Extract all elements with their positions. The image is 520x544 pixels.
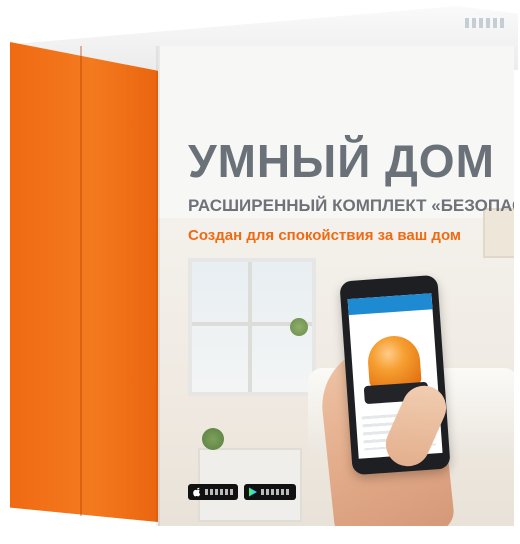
product-box-scene: УМНЫЙ ДОМ РАСШИРЕННЫЙ КОМПЛЕКТ «БЕЗОПАСН… (0, 0, 520, 544)
app-header-bar (347, 293, 433, 316)
plant-icon (290, 318, 308, 336)
product-title: УМНЫЙ ДОМ (188, 135, 495, 187)
box-edge (156, 46, 160, 526)
box-top-label (465, 18, 505, 28)
siren-icon (366, 334, 422, 388)
google-play-icon (249, 487, 257, 497)
product-tagline: Создан для спокойствия за ваш дом (188, 227, 462, 244)
box-side-fold (80, 46, 82, 516)
product-subtitle: РАСШИРЕННЫЙ КОМПЛЕКТ «БЕЗОПАСНОСТ (188, 196, 514, 215)
box-side-face (10, 42, 158, 522)
app-store-badge (188, 484, 238, 500)
badge-text (205, 489, 233, 495)
google-play-badge (244, 484, 296, 500)
box-front-face: УМНЫЙ ДОМ РАСШИРЕННЫЙ КОМПЛЕКТ «БЕЗОПАСН… (158, 46, 514, 526)
badge-text (261, 489, 289, 495)
plant-icon (202, 428, 224, 450)
apple-icon (193, 487, 201, 497)
